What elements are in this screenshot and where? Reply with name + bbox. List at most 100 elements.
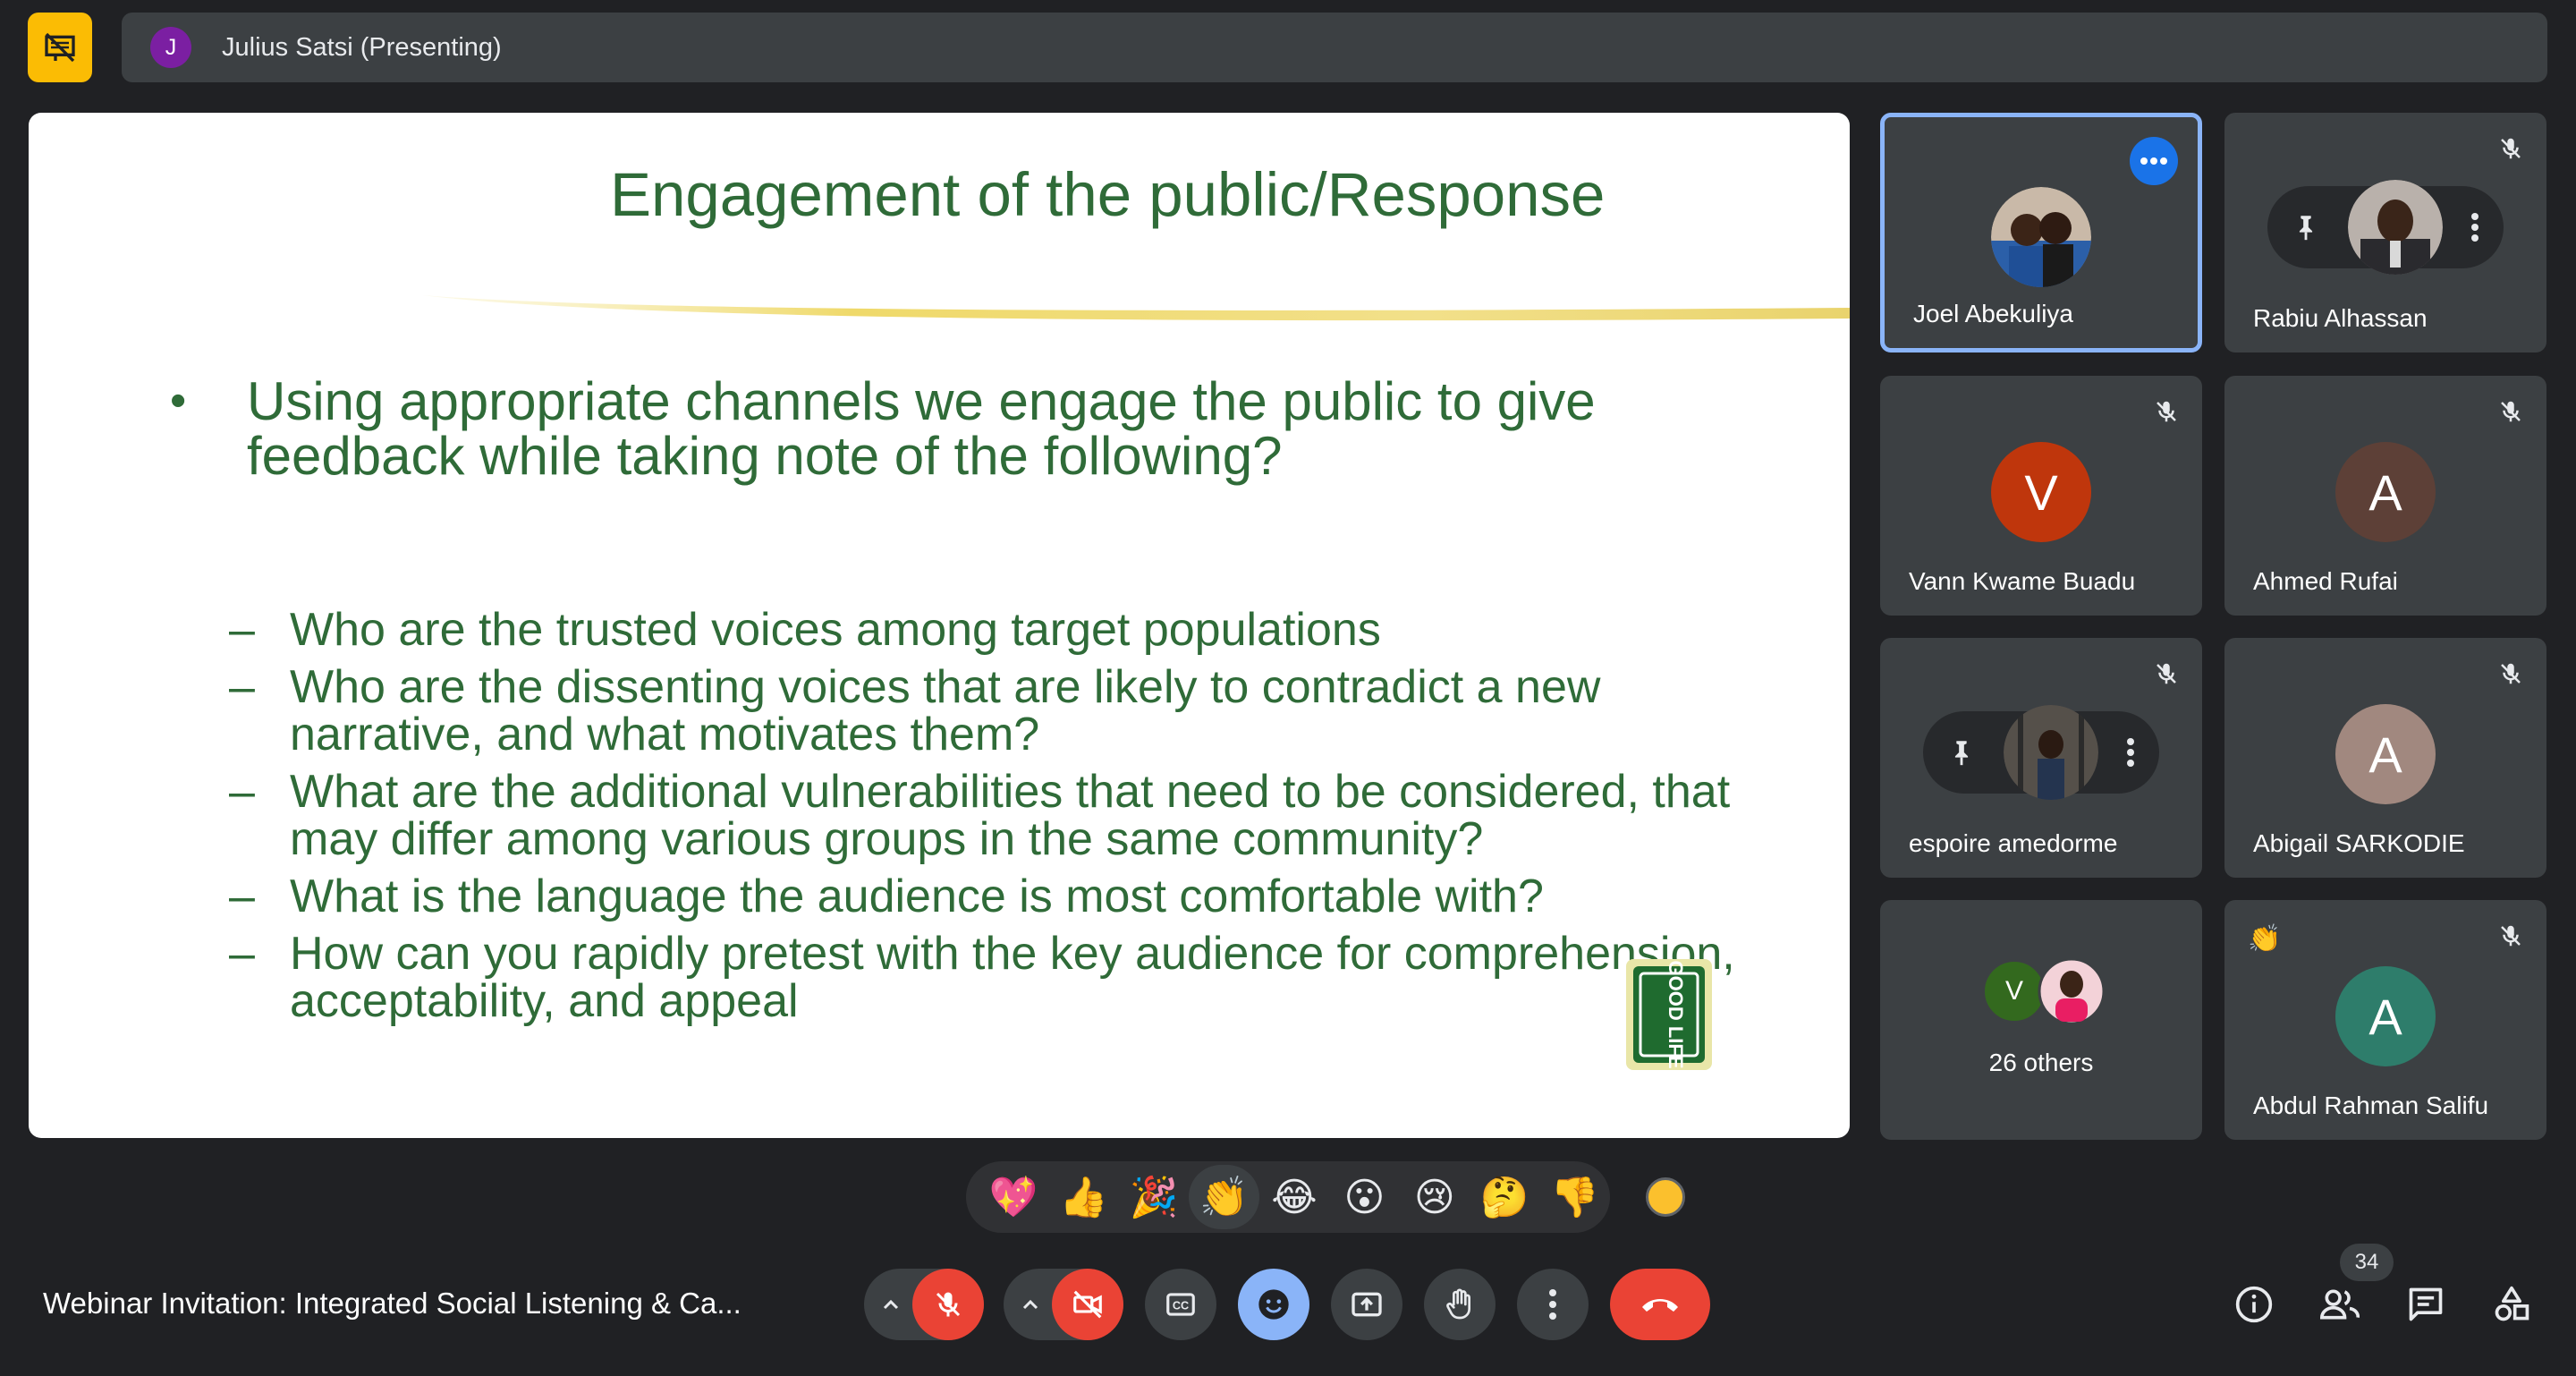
captions-button[interactable]: CC <box>1145 1269 1216 1340</box>
reaction-laugh[interactable]: 😂 <box>1259 1165 1329 1229</box>
more-vertical-icon[interactable] <box>2470 212 2480 242</box>
participant-tile-ahmed-rufai[interactable]: A Ahmed Rufai <box>2224 376 2546 616</box>
people-button[interactable] <box>2313 1278 2367 1331</box>
reaction-thumbs-up[interactable]: 👍 <box>1048 1165 1118 1229</box>
tile-hover-controls <box>1923 705 2159 800</box>
more-options-button[interactable] <box>1517 1269 1589 1340</box>
skin-tone-selector[interactable] <box>1646 1177 1685 1217</box>
camera-control-group <box>1004 1269 1123 1340</box>
leave-call-button[interactable] <box>1610 1269 1710 1340</box>
reaction-bar: 💖 👍 🎉 👏 😂 😮 😢 🤔 👎 <box>966 1161 1610 1233</box>
closed-captions-icon: CC <box>1166 1293 1195 1316</box>
presentation-pin-button[interactable] <box>28 13 92 82</box>
pin-icon[interactable] <box>1946 737 1977 768</box>
muted-mic-icon <box>2489 390 2532 433</box>
participant-count-badge: 34 <box>2340 1244 2394 1281</box>
camera-off-icon <box>1073 1290 1102 1319</box>
slide-title: Engagement of the public/Response <box>610 160 1606 229</box>
activities-button[interactable] <box>2485 1278 2538 1331</box>
chevron-up-icon <box>883 1299 899 1310</box>
participant-tile-abigail-sarkodie[interactable]: A Abigail SARKODIE <box>2224 638 2546 878</box>
meeting-title: Webinar Invitation: Integrated Social Li… <box>43 1287 741 1320</box>
subpoint-text: Who are the trusted voices among target … <box>290 604 1381 656</box>
reaction-sad[interactable]: 😢 <box>1400 1165 1470 1229</box>
participant-name: espoire amedorme <box>1909 829 2118 857</box>
dash-symbol: – <box>229 661 255 713</box>
muted-mic-icon <box>2145 390 2188 433</box>
slide-swoosh-decoration <box>422 295 1850 321</box>
bullet-symbol: • <box>170 375 187 427</box>
subpoint-text: What are the additional vulnerabilities … <box>290 766 1731 865</box>
mic-toggle-button[interactable] <box>912 1269 984 1340</box>
dash-symbol: – <box>229 928 255 980</box>
participant-name: Vann Kwame Buadu <box>1909 567 2136 595</box>
slide-subpoint: – How can you rapidly pretest with the ke… <box>229 930 1803 1025</box>
more-horizontal-icon <box>2140 157 2167 165</box>
reaction-surprised[interactable]: 😮 <box>1329 1165 1399 1229</box>
svg-text:GOOD LIFE: GOOD LIFE <box>1665 961 1687 1069</box>
more-vertical-icon <box>1549 1289 1556 1320</box>
participant-tile-abdul-rahman-salifu[interactable]: 👏 A Abdul Rahman Salifu <box>2224 900 2546 1140</box>
hang-up-icon <box>1642 1299 1678 1312</box>
video-options-button[interactable] <box>1013 1269 1048 1340</box>
participant-name: Abigail SARKODIE <box>2253 829 2465 857</box>
participant-photo <box>2004 705 2098 800</box>
participant-tile-others[interactable]: V 26 others <box>1880 900 2202 1140</box>
more-vertical-icon[interactable] <box>2125 737 2136 768</box>
present-screen-icon <box>1352 1292 1382 1317</box>
presenter-bar: J Julius Satsi (Presenting) <box>122 13 2547 82</box>
reaction-heart[interactable]: 💖 <box>979 1165 1048 1229</box>
presenter-avatar: J <box>150 27 191 68</box>
participant-avatar: A <box>2335 442 2436 542</box>
dash-symbol: – <box>229 871 255 922</box>
others-photo <box>2038 957 2106 1025</box>
dash-symbol: – <box>229 766 255 818</box>
chevron-up-icon <box>1022 1299 1038 1310</box>
mic-off-icon <box>936 1292 961 1317</box>
meeting-details-button[interactable] <box>2227 1278 2281 1331</box>
participant-name: Ahmed Rufai <box>2253 567 2398 595</box>
reaction-clap[interactable]: 👏 <box>1189 1165 1259 1229</box>
hand-icon <box>1446 1288 1470 1320</box>
participant-name: Joel Abekuliya <box>1913 300 2074 327</box>
pin-icon[interactable] <box>2291 212 2321 242</box>
raise-hand-button[interactable] <box>1424 1269 1496 1340</box>
participant-tile-vann-kwame-buadu[interactable]: V Vann Kwame Buadu <box>1880 376 2202 616</box>
muted-mic-icon <box>2489 914 2532 957</box>
presentation-off-icon <box>45 32 75 63</box>
participant-tile-rabiu-alhassan[interactable]: Rabiu Alhassan <box>2224 113 2546 352</box>
slide-main-bullet: • Using appropriate channels we engage t… <box>170 371 1800 486</box>
participant-tile-joel-abekuliya[interactable]: Joel Abekuliya <box>1880 113 2202 352</box>
reaction-party[interactable]: 🎉 <box>1119 1165 1189 1229</box>
mic-control-group <box>864 1269 984 1340</box>
subpoint-text: How can you rapidly pretest with the key… <box>290 928 1735 1027</box>
svg-text:CC: CC <box>1173 1300 1189 1312</box>
good-life-logo: GOOD LIFE <box>1626 959 1712 1070</box>
participant-avatar: A <box>2335 704 2436 804</box>
present-now-button[interactable] <box>1331 1269 1402 1340</box>
slide-subpoint: – Who are the dissenting voices that are … <box>229 664 1803 759</box>
send-reaction-button[interactable] <box>1238 1269 1309 1340</box>
audio-options-button[interactable] <box>873 1269 909 1340</box>
chat-button[interactable] <box>2399 1278 2453 1331</box>
participant-tile-espoire-amedorme[interactable]: espoire amedorme <box>1880 638 2202 878</box>
reaction-thinking[interactable]: 🤔 <box>1470 1165 1539 1229</box>
shapes-icon <box>2495 1286 2529 1321</box>
subpoint-text: Who are the dissenting voices that are l… <box>290 661 1601 760</box>
more-options-button[interactable] <box>2130 137 2178 185</box>
dash-symbol: – <box>229 604 255 656</box>
participant-photo <box>1991 187 2091 287</box>
subpoint-text: What is the language the audience is mos… <box>290 871 1544 922</box>
presentation-slide: Engagement of the public/Response • Usin… <box>29 113 1850 1138</box>
muted-mic-icon <box>2489 127 2532 170</box>
slide-bullet-text: Using appropriate channels we engage the… <box>247 371 1596 486</box>
slide-subpoints: – Who are the trusted voices among target… <box>229 607 1803 1035</box>
presenter-label: Julius Satsi (Presenting) <box>222 32 502 62</box>
info-icon <box>2235 1286 2273 1323</box>
slide-subpoint: – What are the additional vulnerabilities… <box>229 769 1803 863</box>
smiley-icon <box>1258 1289 1289 1320</box>
reaction-thumbs-down[interactable]: 👎 <box>1540 1165 1610 1229</box>
participant-name: Abdul Rahman Salifu <box>2253 1091 2489 1119</box>
people-icon <box>2319 1289 2360 1320</box>
camera-toggle-button[interactable] <box>1052 1269 1123 1340</box>
